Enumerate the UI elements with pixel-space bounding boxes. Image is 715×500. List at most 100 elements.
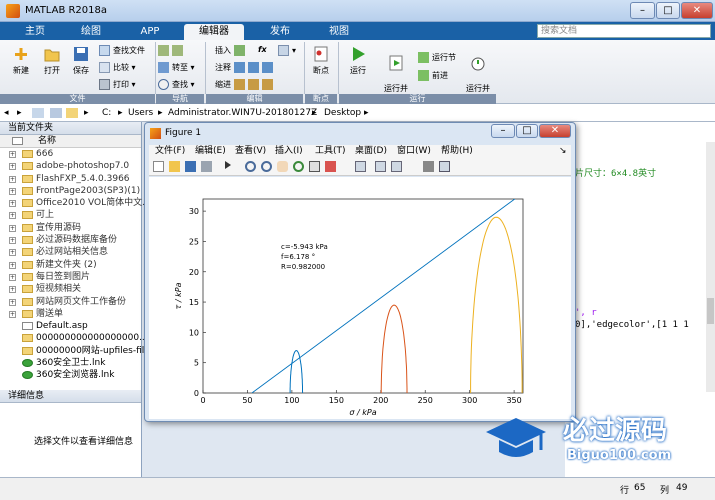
forward-icon[interactable]: ▸	[17, 108, 22, 118]
menu-edit[interactable]: 编辑(E)	[195, 145, 226, 158]
expand-icon[interactable]: +	[9, 310, 16, 318]
list-item[interactable]: + 必过网站相关信息	[0, 246, 141, 258]
fx-menu-button[interactable]: ▾	[278, 45, 296, 56]
figure-maximize-button[interactable]: □	[516, 124, 538, 138]
insert-button[interactable]: 插入	[215, 45, 248, 56]
goto-button[interactable]: 转至 ▾	[158, 62, 195, 73]
expand-icon[interactable]: +	[9, 212, 16, 220]
save-button[interactable]: 保存	[66, 45, 96, 76]
menu-window[interactable]: 窗口(W)	[397, 145, 431, 158]
list-item[interactable]: 00000000网站-upfiles-fil...	[0, 345, 153, 357]
list-item[interactable]: 360安全浏览器.lnk	[0, 369, 141, 381]
expand-icon[interactable]: +	[9, 187, 16, 195]
menu-tools[interactable]: 工具(T)	[315, 145, 346, 158]
zoom-out-icon[interactable]	[261, 161, 272, 172]
colorbar-icon[interactable]	[375, 161, 386, 172]
menu-view[interactable]: 查看(V)	[235, 145, 266, 158]
pointer-icon[interactable]	[225, 161, 231, 169]
tab-publish[interactable]: 发布	[250, 24, 310, 40]
list-item[interactable]: Default.asp	[0, 320, 141, 332]
address-bar[interactable]: ◂ ▸ ▸ C: ▸ Users ▸ Administrator.WIN7U-2…	[0, 104, 715, 122]
list-item[interactable]: + Office2010 VOL简体中文...	[0, 197, 151, 209]
zoom-in-icon[interactable]	[245, 161, 256, 172]
list-item[interactable]: + 新建文件夹 (2)	[0, 259, 141, 271]
data-cursor-icon[interactable]	[309, 161, 320, 172]
dock-icon[interactable]: ↘	[559, 145, 567, 158]
name-column-header[interactable]: 名称	[0, 135, 141, 148]
link-plot-icon[interactable]	[355, 161, 366, 172]
breakpoints-button[interactable]: 断点	[306, 45, 336, 76]
maximize-button[interactable]: □	[656, 2, 680, 19]
list-item[interactable]: + 可上	[0, 209, 141, 221]
list-item[interactable]: + 网站网页文件工作备份	[0, 296, 141, 308]
list-item[interactable]: + FrontPage2003(SP3)(1)	[0, 185, 141, 197]
open-file-icon[interactable]	[169, 161, 180, 172]
expand-icon[interactable]: +	[9, 163, 16, 171]
tab-apps[interactable]: APP	[122, 24, 178, 40]
new-button[interactable]: 新建	[6, 45, 36, 76]
expand-icon[interactable]: +	[9, 175, 16, 183]
expand-icon[interactable]: +	[9, 200, 16, 208]
list-item[interactable]: + 赠送单	[0, 308, 141, 320]
minimize-button[interactable]: –	[630, 2, 655, 19]
list-item[interactable]: + adobe-photoshop7.0	[0, 160, 141, 172]
list-item[interactable]: + 宣传用源码	[0, 222, 141, 234]
rotate-icon[interactable]	[293, 161, 304, 172]
figure-close-button[interactable]: ✕	[539, 124, 571, 138]
expand-icon[interactable]: +	[9, 298, 16, 306]
menu-insert[interactable]: 插入(I)	[275, 145, 303, 158]
scrollbar-thumb[interactable]	[707, 298, 714, 324]
expand-icon[interactable]: +	[9, 224, 16, 232]
list-item[interactable]: +666	[0, 148, 141, 160]
tab-view[interactable]: 视图	[314, 24, 364, 40]
close-button[interactable]: ✕	[681, 2, 713, 19]
menu-file[interactable]: 文件(F)	[155, 145, 185, 158]
comment-button[interactable]: 注释	[215, 62, 276, 73]
hide-tools-icon[interactable]	[423, 161, 434, 172]
list-item[interactable]: 360安全卫士.lnk	[0, 357, 141, 369]
find-button[interactable]: 查找 ▾	[158, 79, 195, 90]
list-item[interactable]: + 每日签到图片	[0, 271, 141, 283]
list-item[interactable]: + 短视频相关	[0, 283, 141, 295]
list-item[interactable]: + FlashFXP_5.4.0.3966	[0, 173, 141, 185]
figure-window[interactable]: Figure 1 – □ ✕ 文件(F) 编辑(E) 查看(V) 插入(I) 工…	[144, 122, 576, 422]
list-item[interactable]: 000000000000000000...	[0, 332, 148, 344]
new-figure-icon[interactable]	[153, 161, 164, 172]
back-icon[interactable]: ◂	[4, 108, 9, 118]
figure-minimize-button[interactable]: –	[491, 124, 515, 138]
breadcrumb-desktop[interactable]: Desktop	[324, 108, 361, 118]
menu-help[interactable]: 帮助(H)	[441, 145, 473, 158]
up-folder-icon[interactable]	[32, 108, 44, 118]
breadcrumb-admin[interactable]: Administrator.WIN7U-20180127Z	[168, 108, 317, 118]
breadcrumb-c[interactable]: C:	[102, 108, 111, 118]
breadcrumb-users[interactable]: Users	[128, 108, 153, 118]
expand-icon[interactable]: +	[9, 237, 16, 245]
tab-plots[interactable]: 绘图	[66, 24, 116, 40]
scrollbar[interactable]	[706, 142, 715, 392]
run-section-button[interactable]: 运行节	[418, 52, 456, 63]
menu-desktop[interactable]: 桌面(D)	[355, 145, 387, 158]
open-button[interactable]: 打开	[37, 45, 67, 76]
indent-button[interactable]: 缩进	[215, 79, 276, 90]
run-button[interactable]: 运行	[343, 45, 373, 76]
print-button[interactable]: 打印 ▾	[99, 79, 136, 90]
compare-button[interactable]: 比较 ▾	[99, 62, 136, 73]
browse-icon[interactable]	[50, 108, 62, 118]
fx-button[interactable]: fx	[258, 45, 267, 54]
search-input[interactable]: 搜索文档	[537, 24, 711, 38]
save-icon[interactable]	[185, 161, 196, 172]
tab-home[interactable]: 主页	[10, 24, 60, 40]
find-files-button[interactable]: 查找文件	[99, 45, 145, 56]
print-icon[interactable]	[201, 161, 212, 172]
expand-icon[interactable]: +	[9, 261, 16, 269]
expand-icon[interactable]: +	[9, 249, 16, 257]
expand-icon[interactable]: +	[9, 273, 16, 281]
list-item[interactable]: + 必过源码数据库备份	[0, 234, 141, 246]
expand-icon[interactable]: +	[9, 151, 16, 158]
tab-editor[interactable]: 编辑器	[184, 24, 244, 40]
pan-icon[interactable]	[277, 161, 288, 172]
advance-button[interactable]: 前进	[418, 70, 448, 81]
property-editor-icon[interactable]	[439, 161, 450, 172]
expand-icon[interactable]: +	[9, 286, 16, 294]
brush-icon[interactable]	[325, 161, 336, 172]
